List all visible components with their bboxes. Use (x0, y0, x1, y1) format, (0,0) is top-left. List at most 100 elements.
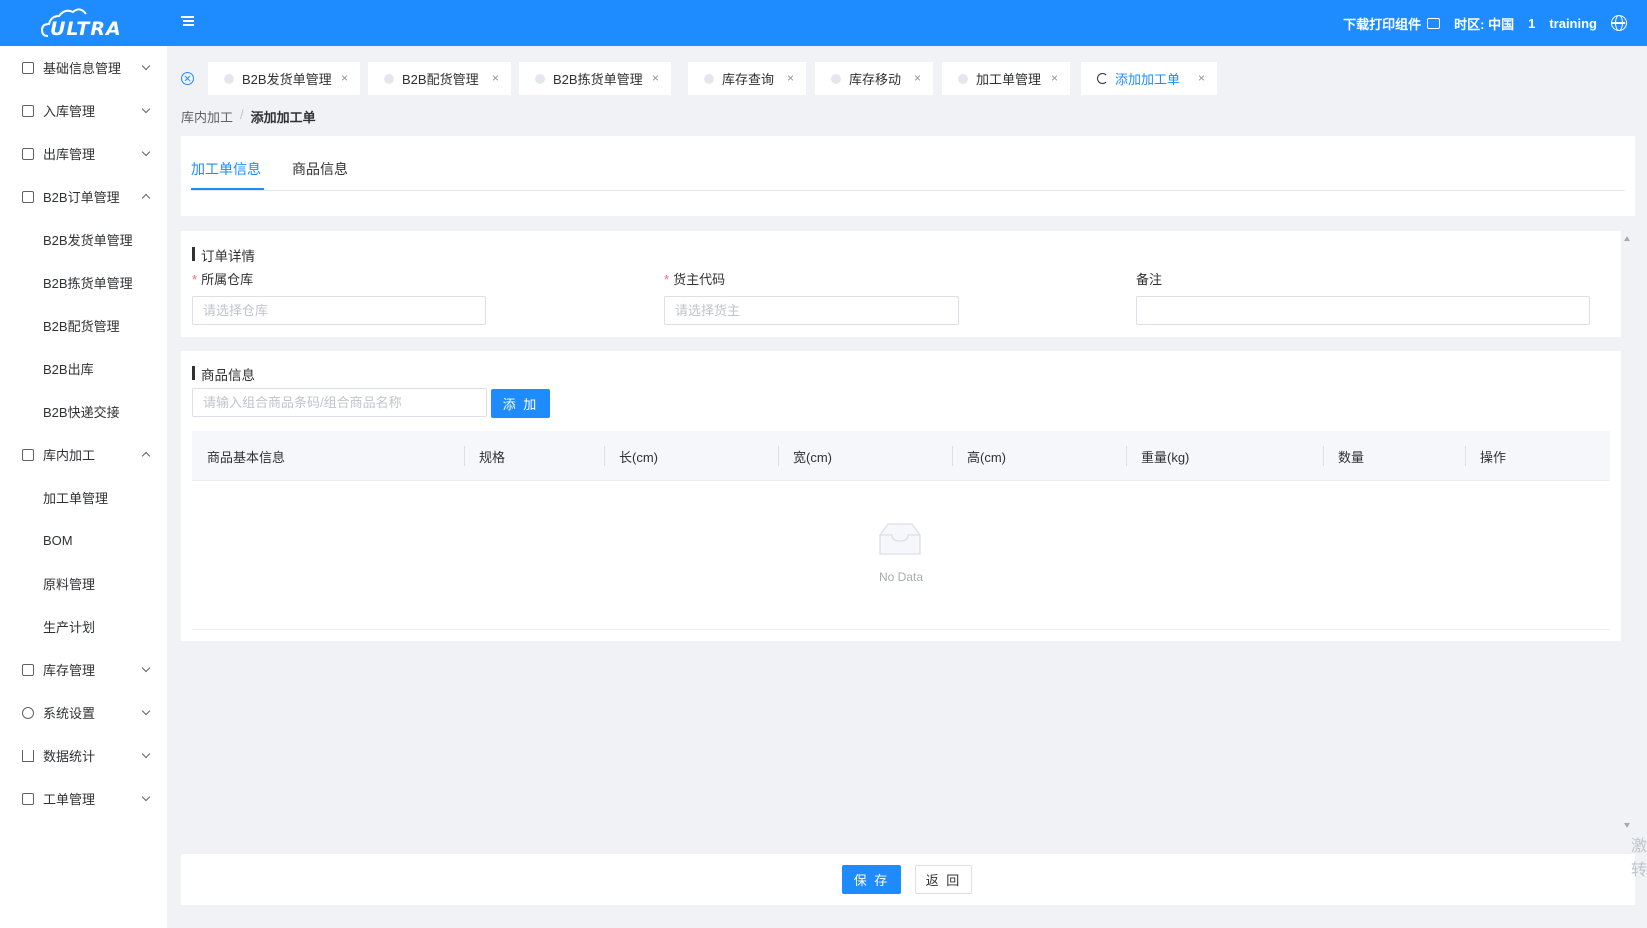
download-print-plugin[interactable]: 下载打印组件 (1343, 14, 1441, 33)
sidebar-subitem-b2b-outbound[interactable]: B2B出库 (0, 347, 167, 390)
warehouse-icon (22, 663, 34, 676)
menu-toggle-icon[interactable] (180, 14, 196, 30)
goods-search-input[interactable] (192, 388, 487, 417)
col-spec: 规格 (479, 450, 506, 465)
tab-inventory-move[interactable]: 库存移动 × (815, 62, 933, 95)
order-details-card: 订单详情 *所属仓库 *货主代码 备注 (181, 231, 1621, 337)
sidebar-item-statistics[interactable]: 数据统计 (0, 734, 167, 777)
required-mark: * (664, 272, 670, 287)
sidebar-item-label: 工单管理 (43, 792, 96, 807)
remark-input[interactable] (1136, 296, 1590, 325)
close-icon[interactable]: × (914, 71, 921, 85)
globe-icon (1611, 15, 1627, 31)
tab-b2b-allocation[interactable]: B2B配货管理 × (368, 62, 511, 95)
close-icon[interactable]: × (341, 71, 348, 85)
chevron-down-icon (141, 706, 151, 716)
sidebar-subitem-b2b-allocation[interactable]: B2B配货管理 (0, 304, 167, 347)
sidebar-item-label: 数据统计 (43, 749, 96, 764)
breadcrumb: 库内加工 / 添加加工单 (181, 107, 316, 126)
remark-label: 备注 (1136, 272, 1163, 287)
owner-label-text: 货主代码 (673, 272, 726, 287)
sidebar-item-label: 系统设置 (43, 706, 96, 721)
tab-dot-icon (384, 73, 394, 84)
active-tab-indicator (191, 188, 264, 190)
warehouse-icon (22, 190, 34, 203)
goods-info-card: 商品信息 添 加 商品基本信息 规格 长(cm) 宽(cm) 高(cm) 重量(… (181, 351, 1621, 641)
tab-b2b-shipping[interactable]: B2B发货单管理 × (208, 62, 360, 95)
owner-select[interactable] (664, 296, 959, 325)
sidebar-item-inventory[interactable]: 库存管理 (0, 648, 167, 691)
tab-label: 添加加工单 (1115, 72, 1181, 87)
sidebar-item-label: 库存管理 (43, 663, 96, 678)
tab-add-process-order[interactable]: 添加加工单 × (1081, 62, 1217, 95)
close-icon[interactable]: × (652, 71, 659, 85)
breadcrumb-parent[interactable]: 库内加工 (181, 107, 233, 126)
close-icon[interactable]: × (1051, 71, 1058, 85)
close-icon[interactable]: × (1198, 71, 1205, 85)
chevron-down-icon (141, 104, 151, 114)
timezone-label: 时区: 中国 (1454, 16, 1515, 32)
sidebar-item-b2b-orders[interactable]: B2B订单管理 (0, 175, 167, 218)
sidebar-subitem-b2b-express[interactable]: B2B快递交接 (0, 390, 167, 433)
chevron-down-icon (141, 663, 151, 673)
back-button[interactable]: 返 回 (915, 865, 972, 894)
close-all-tabs-icon[interactable] (181, 72, 194, 85)
sidebar-item-basic-info[interactable]: 基础信息管理 (0, 46, 167, 89)
sidebar-item-inbound[interactable]: 入库管理 (0, 89, 167, 132)
col-quantity: 数量 (1338, 450, 1365, 465)
sidebar-subitem-process-orders[interactable]: 加工单管理 (0, 476, 167, 519)
chevron-down-icon (141, 792, 151, 802)
timezone[interactable]: 时区: 中国 (1454, 14, 1514, 33)
refresh-icon[interactable] (1097, 73, 1108, 84)
building-icon (22, 792, 34, 805)
col-divider (778, 446, 779, 466)
col-width: 宽(cm) (793, 450, 832, 465)
col-divider (464, 446, 465, 466)
sidebar-item-outbound[interactable]: 出库管理 (0, 132, 167, 175)
add-goods-button[interactable]: 添 加 (491, 389, 550, 418)
col-divider (1323, 446, 1324, 466)
tab-process-orders[interactable]: 加工单管理 × (942, 62, 1070, 95)
sidebar-subitem-b2b-shipping[interactable]: B2B发货单管理 (0, 218, 167, 261)
tabs-divider (191, 190, 1625, 191)
watermark: 激 转 (1631, 835, 1647, 883)
sidebar-item-processing[interactable]: 库内加工 (0, 433, 167, 476)
tab-dot-icon (535, 73, 545, 84)
tab-process-order-info[interactable]: 加工单信息 (191, 159, 261, 179)
sidebar: 基础信息管理 入库管理 出库管理 B2B订单管理 B2B发货单管理 B2B拣货单… (0, 46, 167, 928)
tab-label: 库存查询 (722, 72, 775, 87)
submenu-processing: 加工单管理 BOM 原料管理 生产计划 (0, 476, 167, 648)
ultra-logo[interactable]: ULTRA (40, 4, 121, 42)
tab-dot-icon (831, 73, 841, 84)
tab-b2b-picking[interactable]: B2B拣货单管理 × (519, 62, 671, 95)
username[interactable]: training (1549, 16, 1597, 31)
col-height: 高(cm) (967, 450, 1006, 465)
empty-text: No Data (878, 570, 924, 584)
sidebar-subitem-b2b-picking[interactable]: B2B拣货单管理 (0, 261, 167, 304)
scroll-down-arrow-icon[interactable] (1624, 823, 1630, 828)
sidebar-subitem-bom[interactable]: BOM (0, 519, 167, 562)
close-icon[interactable]: × (787, 71, 794, 85)
tab-inventory-query[interactable]: 库存查询 × (688, 62, 806, 95)
tab-label: B2B发货单管理 (242, 72, 332, 87)
sidebar-item-settings[interactable]: 系统设置 (0, 691, 167, 734)
tab-label: B2B拣货单管理 (553, 72, 643, 87)
tabs-bar: B2B发货单管理 × B2B配货管理 × B2B拣货单管理 × 库存查询 × 库存移动 ×… (167, 46, 1647, 98)
user-id: 1 (1528, 16, 1535, 31)
tab-label: 库存移动 (849, 72, 902, 87)
sidebar-subitem-production-plan[interactable]: 生产计划 (0, 605, 167, 648)
sidebar-subitem-materials[interactable]: 原料管理 (0, 562, 167, 605)
col-goods-info: 商品基本信息 (207, 450, 286, 465)
warehouse-select[interactable] (192, 296, 486, 325)
warehouse-icon (22, 448, 34, 461)
tab-goods-info[interactable]: 商品信息 (292, 159, 348, 179)
scroll-up-arrow-icon[interactable] (1624, 236, 1630, 241)
save-button[interactable]: 保 存 (842, 865, 901, 894)
close-icon[interactable]: × (492, 71, 499, 85)
sidebar-item-work-orders[interactable]: 工单管理 (0, 777, 167, 820)
chevron-down-icon (141, 61, 151, 71)
submenu-b2b: B2B发货单管理 B2B拣货单管理 B2B配货管理 B2B出库 B2B快递交接 (0, 218, 167, 433)
col-divider (952, 446, 953, 466)
warehouse-label-text: 所属仓库 (201, 272, 254, 287)
language-switch[interactable] (1611, 15, 1627, 31)
